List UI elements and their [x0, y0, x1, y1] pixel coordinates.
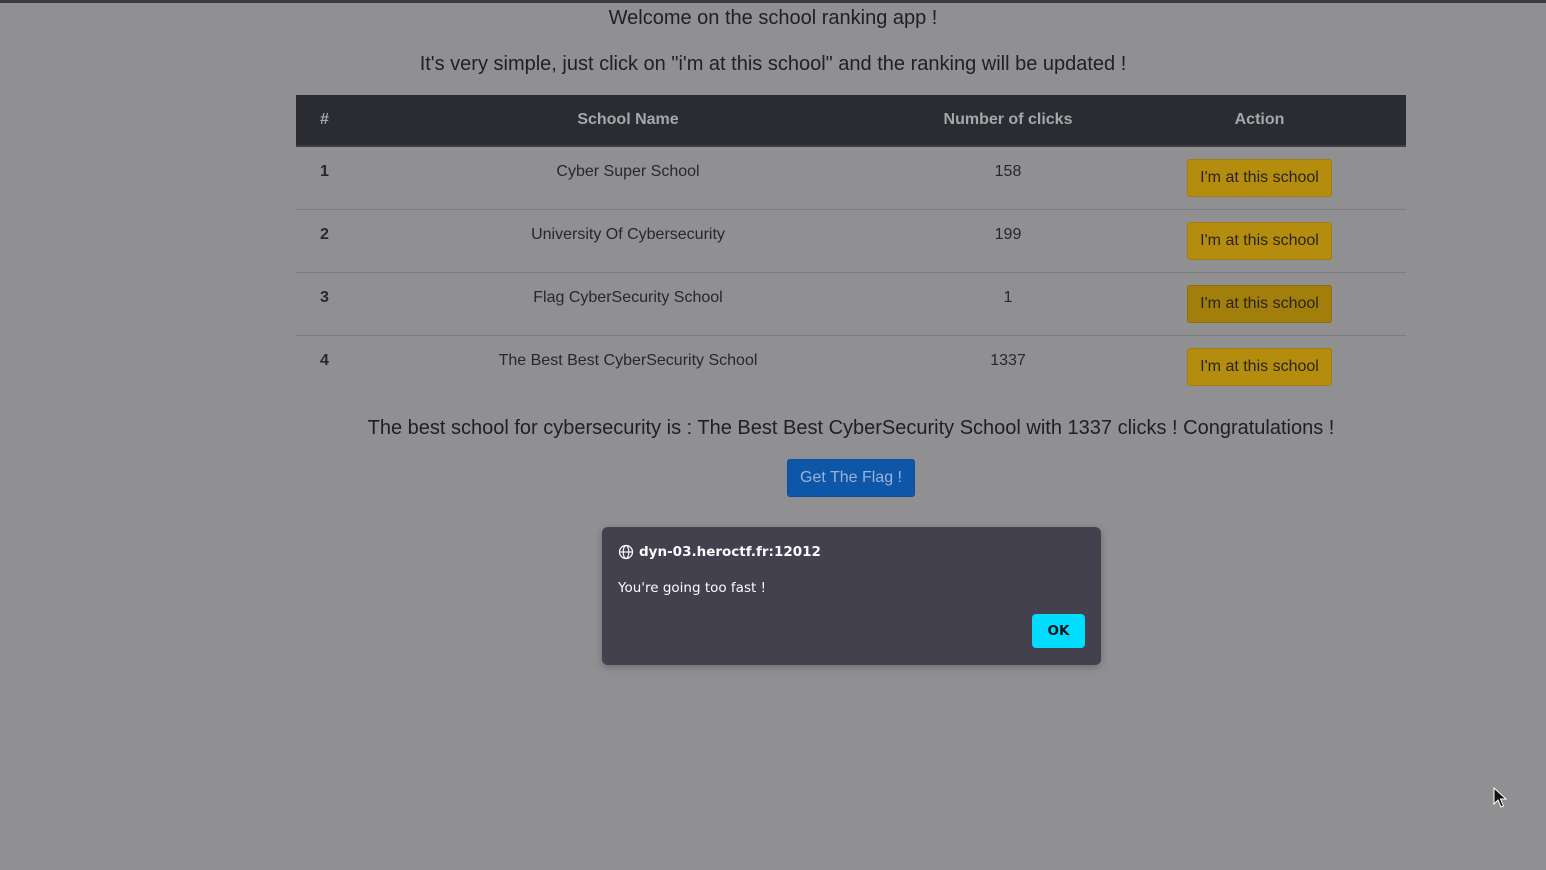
best-school-message: The best school for cybersecurity is : T… — [367, 417, 1335, 439]
intro-text: It's very simple, just click on "i'm at … — [419, 53, 1127, 75]
table-row: 3 Flag CyberSecurity School 1 I'm at thi… — [296, 272, 1406, 336]
alert-dialog: dyn-03.heroctf.fr:12012 You're going too… — [602, 527, 1101, 665]
column-header-clicks: Number of clicks — [903, 95, 1113, 147]
rank-cell: 4 — [320, 352, 329, 369]
im-at-this-school-button[interactable]: I'm at this school — [1187, 285, 1332, 323]
table-row: 1 Cyber Super School 158 I'm at this sch… — [296, 146, 1406, 210]
table-row: 4 The Best Best CyberSecurity School 133… — [296, 336, 1406, 399]
dialog-header: dyn-03.heroctf.fr:12012 — [618, 543, 821, 561]
table-header-row: # School Name Number of clicks Action — [296, 95, 1406, 147]
clicks-cell: 1337 — [990, 352, 1026, 369]
rank-cell: 2 — [296, 209, 353, 273]
im-at-this-school-button[interactable]: I'm at this school — [1187, 348, 1332, 386]
column-header-action: Action — [1113, 95, 1406, 147]
ok-button[interactable]: OK — [1032, 614, 1085, 648]
action-cell: I'm at this school — [1113, 336, 1406, 399]
school-name-cell: Cyber Super School — [353, 146, 903, 210]
welcome-heading: Welcome on the school ranking app ! — [608, 7, 938, 29]
school-name-cell: University Of Cybersecurity — [353, 209, 903, 273]
rank-cell: 1 — [296, 146, 353, 210]
action-cell: I'm at this school — [1113, 209, 1406, 273]
column-header-school-name: School Name — [353, 95, 903, 147]
mouse-cursor-icon — [1493, 787, 1507, 808]
school-name-cell: Flag CyberSecurity School — [353, 272, 903, 336]
top-border — [0, 0, 1546, 3]
dialog-origin: dyn-03.heroctf.fr:12012 — [639, 544, 821, 560]
rank-cell: 3 — [296, 272, 353, 336]
action-cell: I'm at this school — [1113, 272, 1406, 336]
clicks-cell: 199 — [903, 209, 1113, 273]
clicks-cell: 1 — [903, 272, 1113, 336]
im-at-this-school-button[interactable]: I'm at this school — [1187, 222, 1332, 260]
school-name-cell: The Best Best CyberSecurity School — [498, 352, 758, 369]
table-row: 2 University Of Cybersecurity 199 I'm at… — [296, 209, 1406, 273]
im-at-this-school-button[interactable]: I'm at this school — [1187, 159, 1332, 197]
column-header-rank: # — [296, 95, 353, 147]
page: Welcome on the school ranking app ! It's… — [0, 0, 1546, 870]
get-the-flag-button[interactable]: Get The Flag ! — [787, 459, 915, 497]
clicks-cell: 158 — [903, 146, 1113, 210]
globe-icon — [618, 544, 634, 560]
action-cell: I'm at this school — [1113, 146, 1406, 210]
ranking-table: # School Name Number of clicks Action 1 … — [296, 95, 1406, 398]
dialog-message: You're going too fast ! — [618, 580, 766, 596]
